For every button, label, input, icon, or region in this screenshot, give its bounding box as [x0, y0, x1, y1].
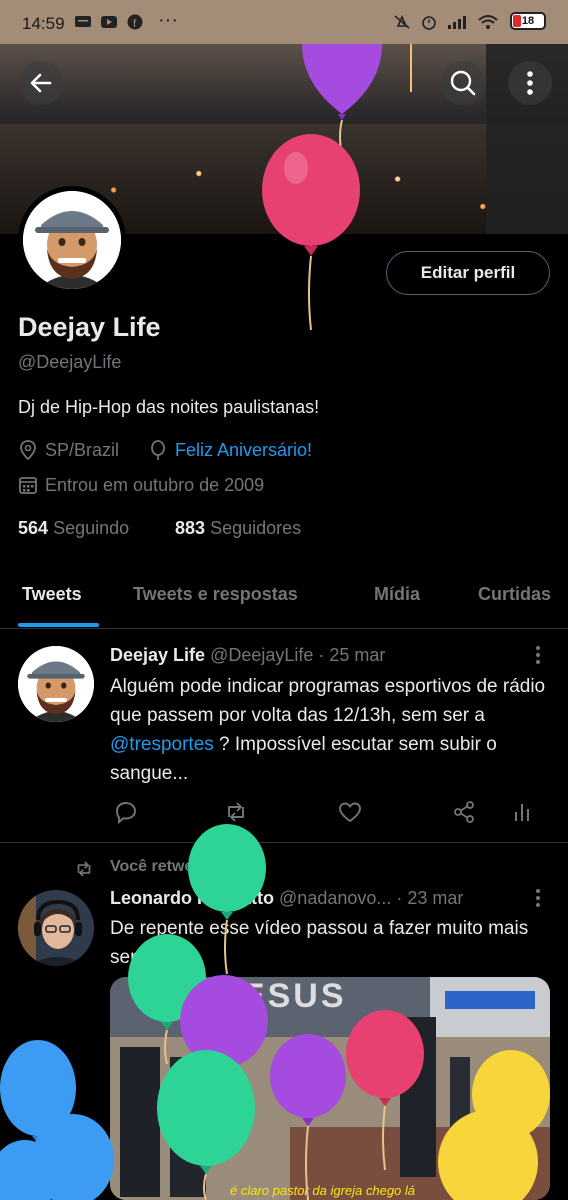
profile-bio: Dj de Hip-Hop das noites paulistanas! [18, 397, 320, 417]
alarm-icon [422, 16, 436, 30]
like-icon[interactable] [336, 798, 364, 826]
location-row: SP/Brazil [18, 439, 119, 461]
green-balloon-icon [157, 1050, 255, 1200]
joined-row: Entrou em outubro de 2009 [18, 474, 264, 496]
message-icon [75, 16, 91, 27]
purple-balloon-icon [270, 1034, 346, 1200]
tweet-menu-icon[interactable] [532, 888, 544, 908]
back-button[interactable] [19, 61, 63, 105]
location-text: SP/Brazil [45, 439, 120, 460]
tweet-text: Alguém pode indicar programas esportivos… [110, 672, 550, 788]
tweet-text-part: Alguém pode indicar programas esportivos… [110, 676, 546, 726]
avatar-photo [18, 890, 94, 966]
tweet-avatar[interactable] [18, 890, 94, 966]
battery-level: 18 [521, 15, 535, 27]
more-options-button[interactable] [508, 61, 552, 105]
tweet-author-name[interactable]: Deejay Life [110, 645, 205, 665]
yellow-balloon-icon [438, 1110, 538, 1200]
mute-icon [394, 15, 410, 29]
reply-icon[interactable] [112, 798, 140, 826]
tab-likes[interactable]: Curtidas [478, 584, 551, 605]
followers-link[interactable]: 883 Seguidores [175, 518, 301, 539]
birthday-row: Feliz Aniversário! [148, 439, 312, 461]
tab-media[interactable]: Mídia [374, 584, 420, 605]
analytics-icon[interactable] [508, 798, 536, 826]
active-tab-indicator [18, 623, 99, 627]
battery-indicator: 18 [510, 12, 546, 30]
birthday-link[interactable]: Feliz Aniversário! [175, 440, 312, 461]
joined-text: Entrou em outubro de 2009 [45, 474, 265, 495]
tweet-menu-icon[interactable] [532, 645, 544, 665]
more-notifications-icon: ··· [158, 9, 178, 31]
facebook-icon: f [127, 14, 143, 30]
followers-count: 883 [175, 518, 206, 538]
profile-avatar[interactable] [18, 186, 126, 294]
tweet-author-handle[interactable]: @nadanovo... [279, 888, 391, 908]
youtube-icon [101, 16, 117, 28]
arrow-left-icon [30, 73, 52, 93]
profile-handle: @DeejayLife [18, 352, 122, 372]
location-pin-icon [20, 440, 36, 461]
following-count: 564 [18, 518, 49, 538]
tweet-avatar[interactable] [18, 646, 94, 722]
tab-tweets[interactable]: Tweets [22, 584, 82, 605]
tweet-author-handle[interactable]: @DeejayLife [210, 645, 313, 665]
tweet-header: Deejay Life @DeejayLife · 25 mar [110, 645, 385, 666]
retweet-icon[interactable] [222, 798, 250, 826]
followers-label: Seguidores [210, 518, 302, 538]
red-balloon-icon [262, 134, 360, 330]
status-bar: 14:59 f ··· 18 [0, 0, 568, 44]
balloon-icon [151, 440, 165, 460]
status-time: 14:59 [22, 14, 65, 33]
signal-icon [448, 16, 466, 29]
avatar-illustration [18, 646, 94, 722]
search-button[interactable] [441, 61, 485, 105]
tweet-mention-link[interactable]: @tresportes [110, 734, 214, 755]
balloon-string-icon [410, 44, 412, 92]
profile-tabs: Tweets Tweets e respostas Mídia Curtidas [0, 570, 568, 629]
wifi-icon [478, 15, 498, 29]
tweet-actions [110, 798, 540, 828]
search-icon [450, 70, 476, 96]
following-label: Seguindo [53, 518, 130, 538]
tab-tweets-replies[interactable]: Tweets e respostas [133, 584, 298, 605]
red-balloon-icon [346, 1010, 424, 1170]
tweet-header: Leonardo Rossatto @nadanovo... · 23 mar [110, 888, 463, 909]
calendar-icon [19, 477, 37, 494]
tweet-date[interactable]: · 23 mar [396, 888, 463, 908]
following-link[interactable]: 564 Seguindo [18, 518, 129, 539]
tweet-divider [0, 842, 568, 843]
edit-profile-button[interactable]: Editar perfil [386, 251, 550, 295]
profile-name: Deejay Life [18, 312, 161, 342]
share-icon[interactable] [450, 798, 478, 826]
blue-balloon-icon [0, 1140, 59, 1200]
vertical-dots-icon [527, 71, 533, 95]
tweet-date[interactable]: · 25 mar [318, 645, 385, 665]
avatar-illustration [23, 191, 121, 289]
retweet-indicator-icon [77, 861, 91, 877]
